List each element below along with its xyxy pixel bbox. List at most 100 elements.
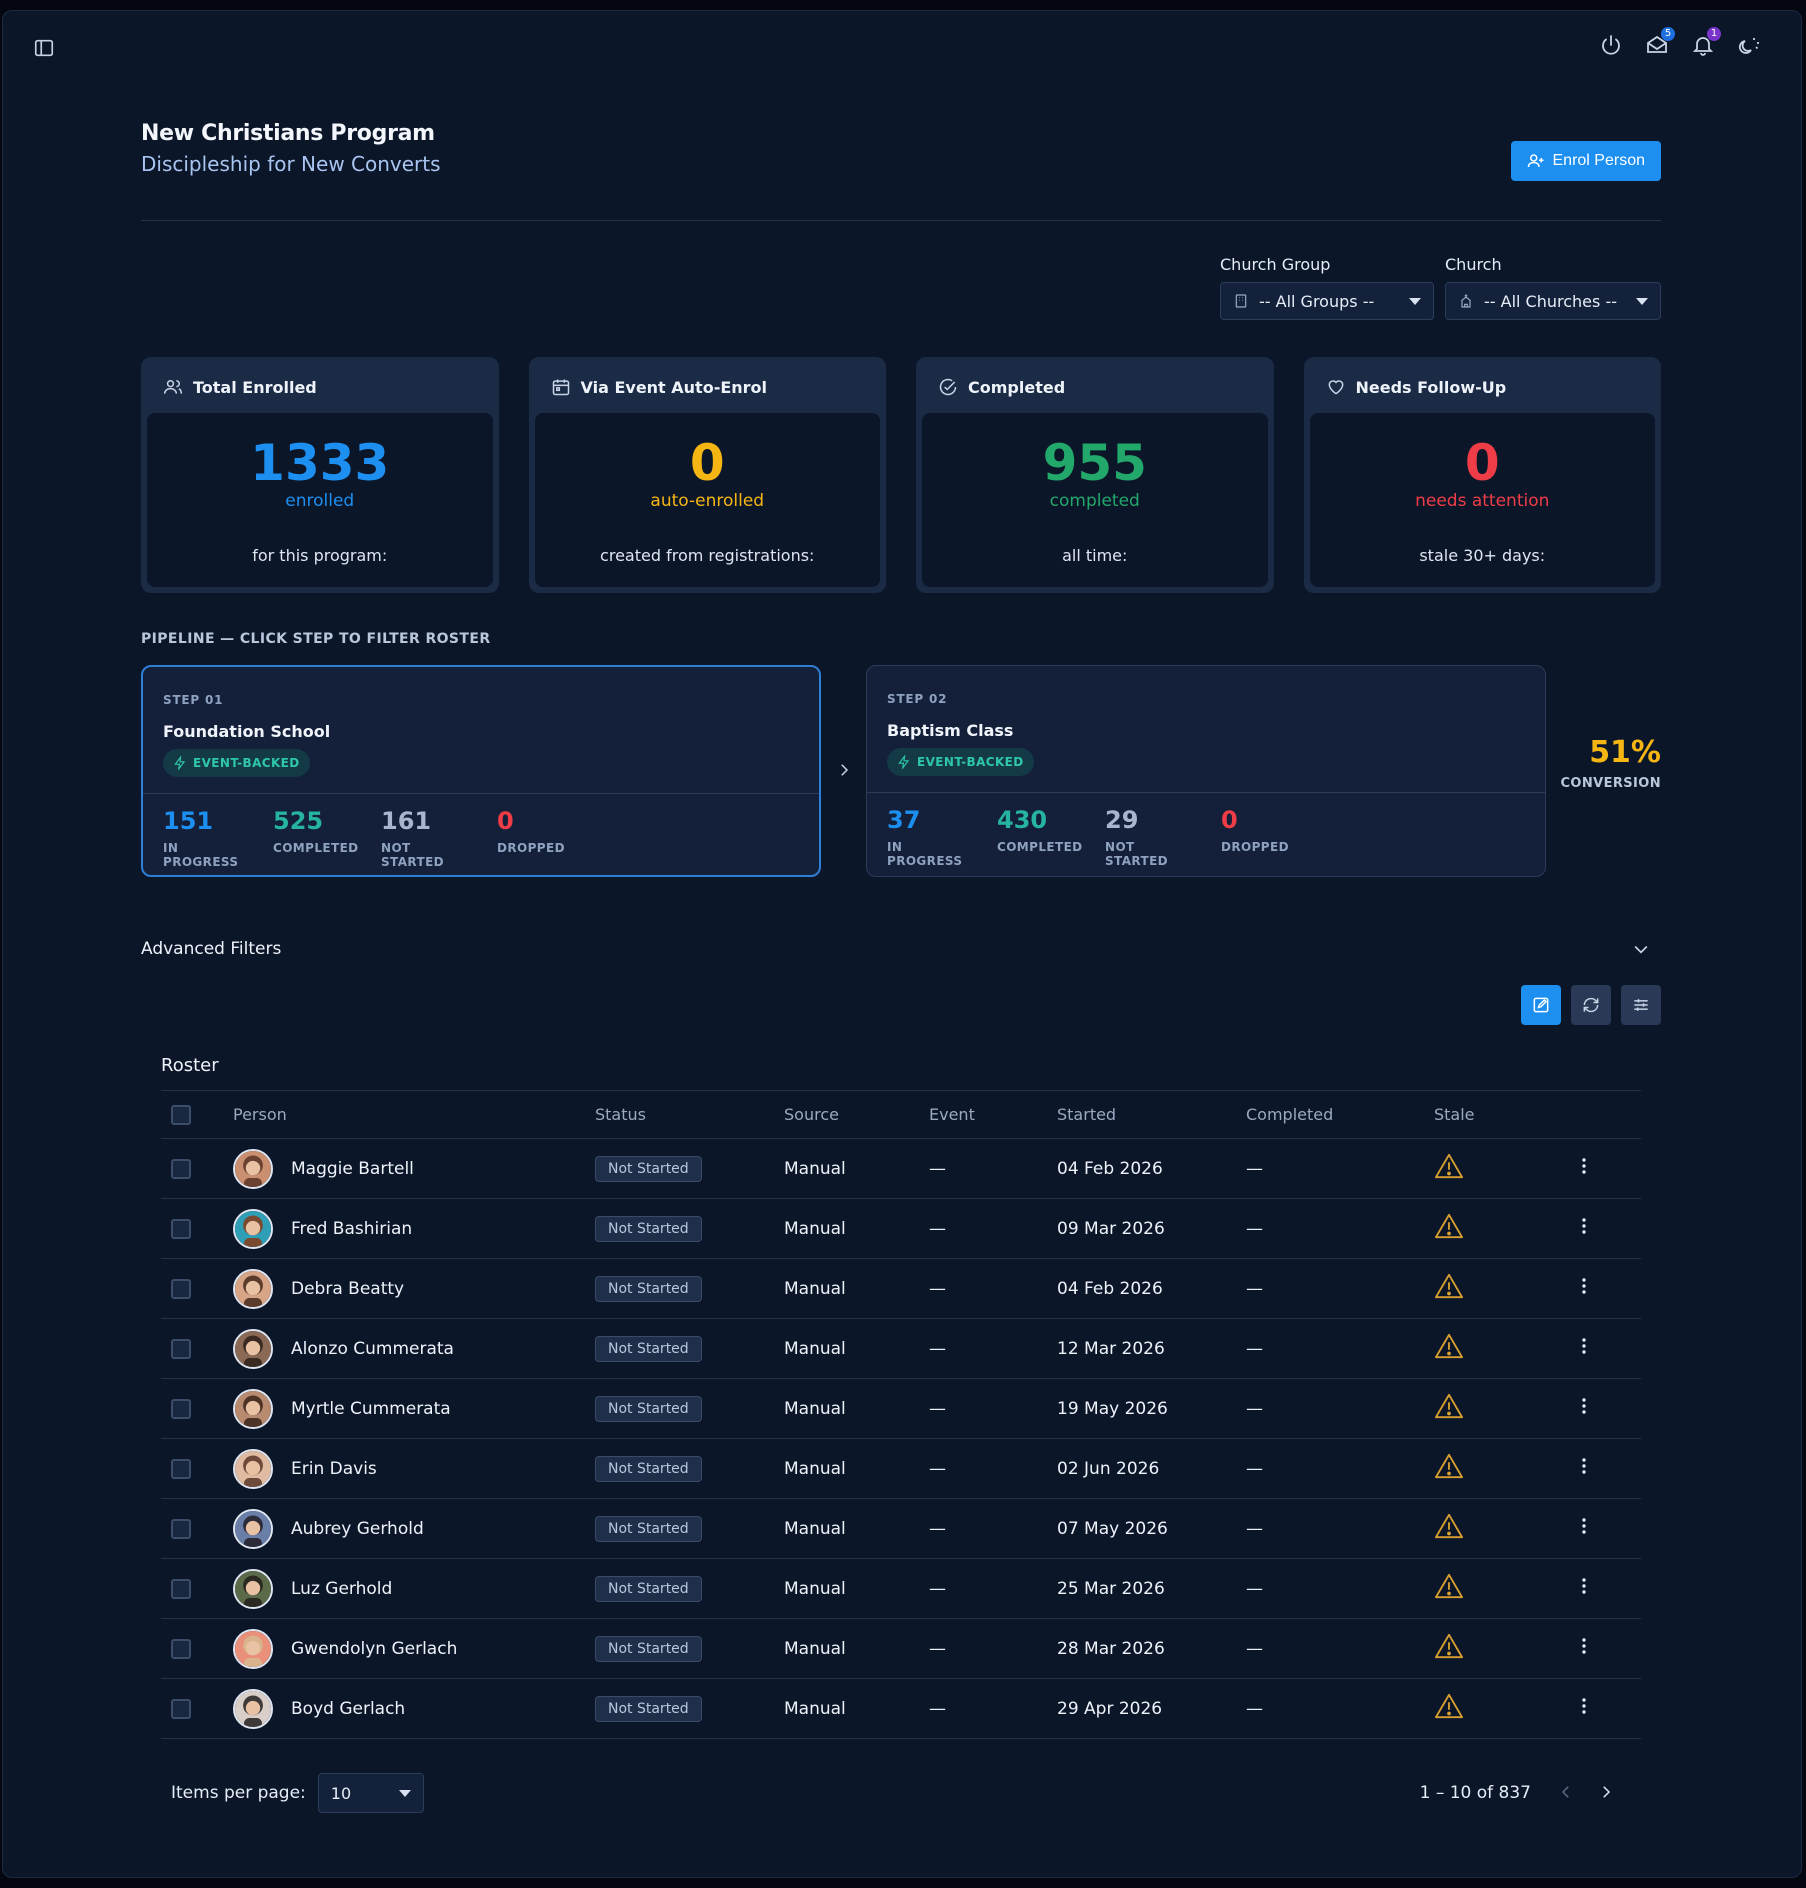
items-per-page-select[interactable]: 10 <box>317 1773 424 1813</box>
power-icon[interactable] <box>1599 33 1623 57</box>
chevron-down-icon <box>398 1789 411 1797</box>
completed-cell: — <box>1246 1518 1263 1539</box>
building-icon <box>1235 294 1247 308</box>
person-cell[interactable]: Debra Beatty <box>233 1268 595 1309</box>
metric-in-progress: 151 IN PROGRESS <box>163 807 253 869</box>
metric-label: DROPPED <box>1221 840 1289 854</box>
completed-cell: — <box>1246 1578 1263 1599</box>
more-options-icon[interactable] <box>1574 1276 1594 1296</box>
refresh-button[interactable] <box>1571 985 1611 1025</box>
row-checkbox[interactable] <box>171 1218 191 1239</box>
enrol-person-button[interactable]: Enrol Person <box>1510 141 1661 181</box>
more-options-icon[interactable] <box>1574 1516 1594 1536</box>
row-checkbox[interactable] <box>171 1338 191 1359</box>
row-checkbox[interactable] <box>171 1518 191 1539</box>
pipeline-step-1[interactable]: STEP 01 Foundation School EVENT-BACKED 1… <box>141 665 821 877</box>
row-checkbox[interactable] <box>171 1698 191 1719</box>
stat-value: 0 <box>689 434 725 492</box>
person-cell[interactable]: Gwendolyn Gerlach <box>233 1628 595 1669</box>
person-cell[interactable]: Alonzo Cummerata <box>233 1328 595 1369</box>
more-options-icon[interactable] <box>1574 1216 1594 1236</box>
row-checkbox[interactable] <box>171 1398 191 1419</box>
more-options-icon[interactable] <box>1574 1336 1594 1356</box>
column-header[interactable]: Source <box>784 1091 929 1139</box>
column-header[interactable]: Completed <box>1246 1091 1434 1139</box>
row-checkbox[interactable] <box>171 1458 191 1479</box>
stat-cards: Total Enrolled 1333 enrolled for this pr… <box>141 357 1661 593</box>
more-options-icon[interactable] <box>1574 1576 1594 1596</box>
warning-icon <box>1434 1153 1464 1185</box>
more-options-icon[interactable] <box>1574 1156 1594 1176</box>
row-checkbox[interactable] <box>171 1638 191 1659</box>
chevron-down-icon <box>1409 297 1421 305</box>
source-cell: Manual <box>784 1698 846 1719</box>
previous-page-icon[interactable] <box>1557 1783 1575 1801</box>
started-cell: 28 Mar 2026 <box>1057 1638 1165 1659</box>
source-cell: Manual <box>784 1578 846 1599</box>
table-row[interactable]: Gwendolyn Gerlach Not Started Manual — 2… <box>161 1619 1641 1679</box>
status-badge: Not Started <box>595 1395 702 1422</box>
warning-icon <box>1434 1633 1464 1665</box>
columns-button[interactable] <box>1621 985 1661 1025</box>
edit-button[interactable] <box>1521 985 1561 1025</box>
more-options-icon[interactable] <box>1574 1456 1594 1476</box>
stat-subtitle: completed <box>1049 491 1140 511</box>
metric-label: IN PROGRESS <box>887 840 963 868</box>
metric-value: 525 <box>273 807 324 835</box>
status-badge: Not Started <box>595 1695 702 1722</box>
metric-value: 0 <box>497 807 514 835</box>
page-header: New Christians Program Discipleship for … <box>141 121 1661 221</box>
theme-icon[interactable] <box>1737 33 1761 57</box>
church-select[interactable]: -- All Churches -- <box>1445 282 1661 320</box>
table-row[interactable]: Erin Davis Not Started Manual — 02 Jun 2… <box>161 1439 1641 1499</box>
pipeline-step-2[interactable]: STEP 02 Baptism Class EVENT-BACKED 37 IN… <box>866 665 1546 877</box>
more-options-icon[interactable] <box>1574 1636 1594 1656</box>
sidebar-toggle-icon[interactable] <box>33 37 55 59</box>
select-all-checkbox[interactable] <box>171 1104 191 1125</box>
row-checkbox[interactable] <box>171 1278 191 1299</box>
person-cell[interactable]: Myrtle Cummerata <box>233 1388 595 1429</box>
table-row[interactable]: Alonzo Cummerata Not Started Manual — 12… <box>161 1319 1641 1379</box>
table-row[interactable]: Maggie Bartell Not Started Manual — 04 F… <box>161 1139 1641 1199</box>
person-name: Maggie Bartell <box>291 1158 414 1179</box>
church-group-select[interactable]: -- All Groups -- <box>1220 282 1434 320</box>
source-cell: Manual <box>784 1338 846 1359</box>
paginator: Items per page: 10 1 – 10 of 837 <box>161 1739 1641 1829</box>
person-name: Erin Davis <box>291 1458 377 1479</box>
row-checkbox[interactable] <box>171 1578 191 1599</box>
person-name: Debra Beatty <box>291 1278 405 1299</box>
person-cell[interactable]: Fred Bashirian <box>233 1208 595 1249</box>
person-cell[interactable]: Boyd Gerlach <box>233 1688 595 1729</box>
table-row[interactable]: Fred Bashirian Not Started Manual — 09 M… <box>161 1199 1641 1259</box>
person-cell[interactable]: Maggie Bartell <box>233 1148 595 1189</box>
column-header[interactable]: Status <box>595 1091 784 1139</box>
table-row[interactable]: Boyd Gerlach Not Started Manual — 29 Apr… <box>161 1679 1641 1739</box>
completed-cell: — <box>1246 1398 1263 1419</box>
table-row[interactable]: Luz Gerhold Not Started Manual — 25 Mar … <box>161 1559 1641 1619</box>
event-backed-chip: EVENT-BACKED <box>887 748 1034 776</box>
table-row[interactable]: Debra Beatty Not Started Manual — 04 Feb… <box>161 1259 1641 1319</box>
column-header[interactable]: Started <box>1057 1091 1246 1139</box>
page-subtitle: Discipleship for New Converts <box>141 152 441 176</box>
table-row[interactable]: Myrtle Cummerata Not Started Manual — 19… <box>161 1379 1641 1439</box>
column-header[interactable]: Event <box>929 1091 1057 1139</box>
advanced-filters-label: Advanced Filters <box>141 939 282 959</box>
next-page-icon[interactable] <box>1597 1783 1615 1801</box>
stat-card-total-enrolled: Total Enrolled 1333 enrolled for this pr… <box>141 357 499 593</box>
person-cell[interactable]: Erin Davis <box>233 1448 595 1489</box>
table-row[interactable]: Aubrey Gerhold Not Started Manual — 07 M… <box>161 1499 1641 1559</box>
person-cell[interactable]: Aubrey Gerhold <box>233 1508 595 1549</box>
column-header[interactable]: Stale <box>1434 1091 1574 1139</box>
page-range: 1 – 10 of 837 <box>1419 1783 1531 1803</box>
person-cell[interactable]: Luz Gerhold <box>233 1568 595 1609</box>
more-options-icon[interactable] <box>1574 1396 1594 1416</box>
metric-label: NOT STARTED <box>381 841 445 869</box>
row-checkbox[interactable] <box>171 1158 191 1179</box>
step-name: Foundation School <box>163 722 331 741</box>
advanced-filters-toggle[interactable]: Advanced Filters <box>141 919 1661 979</box>
mail-icon[interactable]: 5 <box>1645 27 1675 57</box>
bell-icon[interactable]: 1 <box>1691 27 1721 57</box>
more-options-icon[interactable] <box>1574 1696 1594 1716</box>
completed-cell: — <box>1246 1158 1263 1179</box>
column-header[interactable]: Person <box>233 1091 595 1139</box>
